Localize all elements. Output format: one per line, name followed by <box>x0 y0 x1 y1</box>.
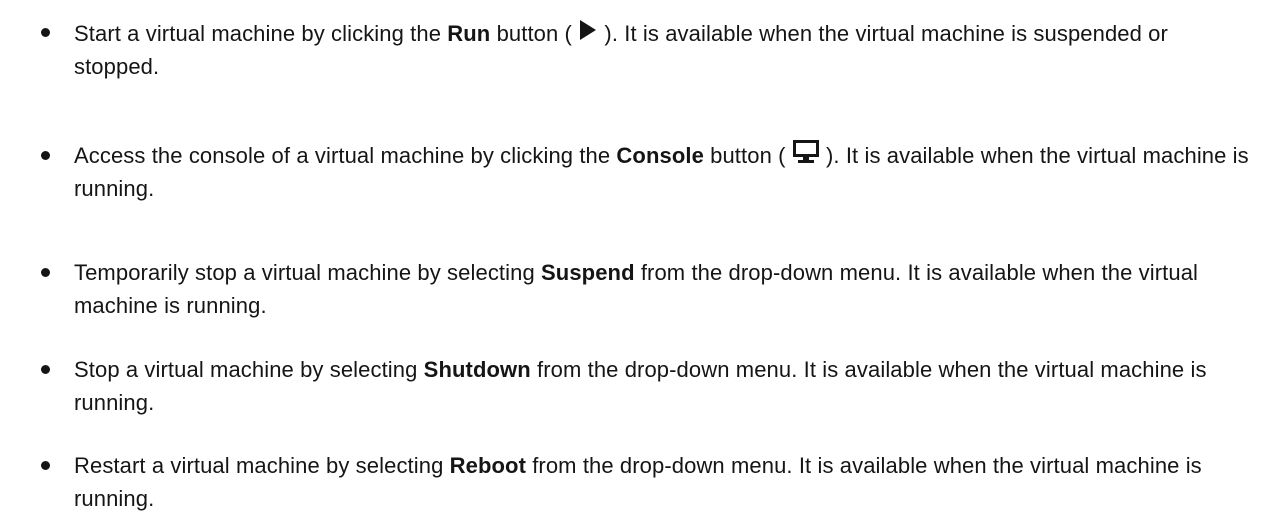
list-item-text: Stop a virtual machine by selecting Shut… <box>74 357 1207 415</box>
list-item-text: Start a virtual machine by clicking the … <box>74 17 1259 83</box>
bullet-icon <box>41 365 50 374</box>
console-label: Console <box>616 143 704 168</box>
monitor-icon <box>792 139 820 164</box>
play-icon <box>578 18 598 42</box>
bullet-icon <box>41 151 50 160</box>
reboot-label: Reboot <box>449 453 526 478</box>
bullet-icon <box>41 268 50 277</box>
shutdown-label: Shutdown <box>423 357 531 382</box>
bullet-icon <box>41 28 50 37</box>
list-item-text: Temporarily stop a virtual machine by se… <box>74 260 1199 318</box>
list-item-text: Restart a virtual machine by selecting R… <box>74 453 1202 511</box>
suspend-label: Suspend <box>541 260 635 285</box>
list-item-text: Access the console of a virtual machine … <box>74 139 1259 205</box>
bullet-icon <box>41 461 50 470</box>
run-label: Run <box>447 21 491 46</box>
